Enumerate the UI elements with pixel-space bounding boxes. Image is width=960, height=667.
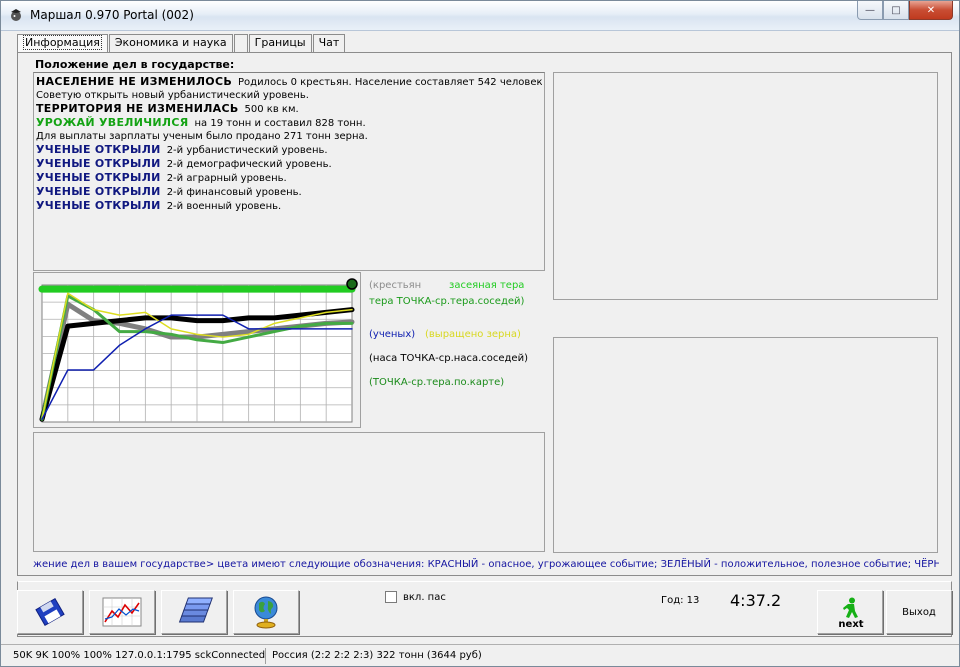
report-event-text: Родилось 0 крестьян. Население составляе…: [238, 77, 542, 88]
exit-button[interactable]: Выход: [886, 590, 952, 634]
tab-borders[interactable]: Границы: [248, 34, 312, 52]
report-event-text: Советую открыть новый урбанистический ур…: [36, 90, 309, 101]
maximize-button[interactable]: □: [883, 1, 909, 20]
legend-sown-land: засеяная тера: [449, 280, 525, 291]
report-line: Советую открыть новый урбанистический ур…: [36, 89, 542, 102]
info-panel-right[interactable]: [553, 337, 938, 553]
chart-marker-point: [346, 278, 358, 290]
legend-grain-grown: (выращено зерна): [425, 329, 521, 340]
news-ticker: жение дел в вашем государстве> цвета име…: [33, 559, 939, 570]
report-event-title: ТЕРРИТОРИЯ НЕ ИЗМЕНИЛАСЬ: [36, 102, 239, 115]
statistics-chart: [33, 272, 361, 428]
statistics-button[interactable]: [89, 590, 155, 634]
statistics-chart-svg: [38, 278, 358, 423]
state-report[interactable]: НАСЕЛЕНИЕ НЕ ИЗМЕНИЛОСЬ Родилось 0 кресть…: [33, 72, 545, 271]
events-panel[interactable]: [33, 432, 545, 552]
save-button[interactable]: [17, 590, 83, 634]
walking-man-icon: [843, 597, 858, 618]
report-event-text: 2-й военный уровень.: [166, 201, 282, 212]
report-event-title: УЧЕНЫЕ ОТКРЫЛИ: [36, 143, 161, 156]
pass-toggle[interactable]: вкл. пас: [385, 591, 446, 603]
tab-blank[interactable]: [233, 34, 248, 52]
report-line: УРОЖАЙ УВЕЛИЧИЛСЯ на 19 тонн и составил 8…: [36, 116, 542, 130]
report-event-title: УЧЕНЫЕ ОТКРЫЛИ: [36, 171, 161, 184]
report-heading: Положение дел в государстве:: [35, 58, 235, 71]
tab-information-label: Информация: [23, 35, 102, 50]
tab-strip: Информация Экономика и наука Границы Чат: [17, 34, 346, 53]
status-bar: 50K 9K 100% 100% 127.0.0.1:1795 sckConne…: [1, 644, 959, 666]
minimize-button[interactable]: —: [857, 1, 883, 20]
connection-status: 50K 9K 100% 100% 127.0.0.1:1795 sckConne…: [13, 650, 266, 661]
report-line: ТЕРРИТОРИЯ НЕ ИЗМЕНИЛАСЬ 500 кв км.: [36, 102, 542, 116]
report-event-title: УРОЖАЙ УВЕЛИЧИЛСЯ: [36, 116, 189, 129]
legend-land: тера ТОЧКА-ср.тера.соседей): [369, 296, 525, 307]
report-event-text: 2-й аграрный уровень.: [166, 173, 287, 184]
legend-map-land: (ТОЧКА-ср.тера.по.карте): [369, 377, 505, 388]
report-event-text: 2-й демографический уровень.: [166, 159, 332, 170]
report-event-text: 2-й урбанистический уровень.: [166, 145, 328, 156]
report-line: Для выплаты зарплаты ученым было продано…: [36, 130, 542, 143]
line-chart-icon: [102, 597, 142, 627]
pass-label: вкл. пас: [403, 591, 446, 603]
report-event-text: Для выплаты зарплаты ученым было продано…: [36, 131, 368, 142]
report-event-title: УЧЕНЫЕ ОТКРЫЛИ: [36, 199, 161, 212]
next-turn-button[interactable]: next: [817, 590, 883, 634]
window-title: Маршал 0.970 Portal (002): [30, 8, 194, 22]
money-stack-icon: [178, 597, 213, 623]
report-event-text: 500 кв км.: [244, 104, 299, 115]
pass-checkbox[interactable]: [385, 591, 397, 603]
marshal-app-icon: [11, 9, 21, 21]
report-line: УЧЕНЫЕ ОТКРЫЛИ 2-й финансовый уровень.: [36, 185, 542, 199]
report-event-title: НАСЕЛЕНИЕ НЕ ИЗМЕНИЛОСЬ: [36, 75, 232, 88]
country-status: Россия (2:2 2:2 2:3) 322 тонн (3644 руб): [272, 650, 482, 661]
treasury-button[interactable]: [161, 590, 227, 634]
legend-peasants: (крестьян: [369, 280, 422, 291]
turn-timer: 4:37.2: [730, 591, 782, 610]
status-divider: [265, 648, 266, 664]
report-line: УЧЕНЫЕ ОТКРЫЛИ 2-й урбанистический уровен…: [36, 143, 542, 157]
tab-economy-science[interactable]: Экономика и наука: [108, 34, 233, 52]
report-line: УЧЕНЫЕ ОТКРЫЛИ 2-й военный уровень.: [36, 199, 542, 213]
report-event-title: УЧЕНЫЕ ОТКРЫЛИ: [36, 157, 161, 170]
bottom-toolbar: [17, 581, 952, 637]
main-window: Маршал 0.970 Portal (002) — □ ✕ Информац…: [0, 0, 960, 667]
map-panel[interactable]: [553, 72, 938, 300]
tab-information[interactable]: Информация: [17, 34, 108, 53]
report-line: УЧЕНЫЕ ОТКРЫЛИ 2-й аграрный уровень.: [36, 171, 542, 185]
close-button[interactable]: ✕: [909, 1, 953, 20]
legend-population: (наса ТОЧКА-ср.наса.соседей): [369, 353, 528, 364]
report-line: НАСЕЛЕНИЕ НЕ ИЗМЕНИЛОСЬ Родилось 0 кресть…: [36, 75, 542, 89]
floppy-disk-icon: [35, 598, 65, 626]
world-map-button[interactable]: [233, 590, 299, 634]
report-line: УЧЕНЫЕ ОТКРЫЛИ 2-й демографический уровен…: [36, 157, 542, 171]
year-indicator: Год: 13: [661, 595, 700, 606]
legend-scientists: (ученых): [369, 329, 416, 340]
globe-icon: [254, 596, 278, 629]
report-event-text: на 19 тонн и составил 828 тонн.: [194, 118, 366, 129]
title-bar[interactable]: Маршал 0.970 Portal (002) — □ ✕: [1, 1, 959, 31]
next-turn-label: next: [838, 619, 864, 630]
tab-chat[interactable]: Чат: [312, 34, 346, 52]
report-event-text: 2-й финансовый уровень.: [166, 187, 302, 198]
report-event-title: УЧЕНЫЕ ОТКРЫЛИ: [36, 185, 161, 198]
